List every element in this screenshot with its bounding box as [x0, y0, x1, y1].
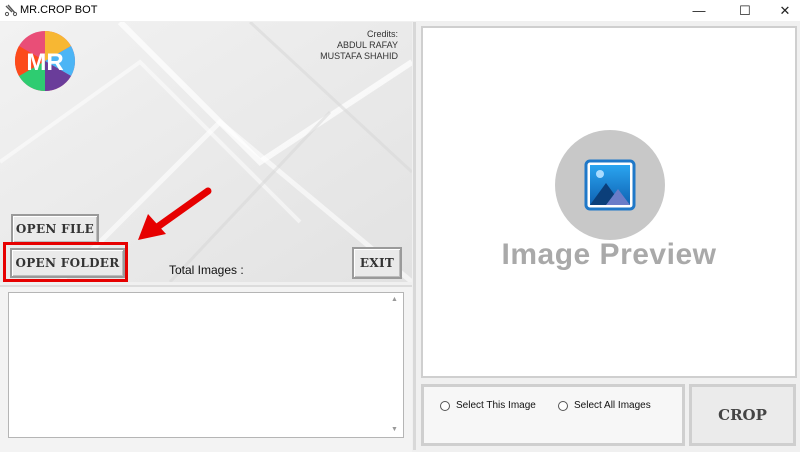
image-icon	[584, 159, 636, 211]
scroll-down-icon[interactable]: ▼	[391, 426, 398, 433]
minimize-button[interactable]: —	[684, 0, 714, 21]
preview-placeholder-text: Image Preview	[501, 238, 717, 271]
image-list[interactable]	[8, 292, 404, 438]
select-this-image-label: Select This Image	[456, 400, 536, 411]
select-all-images-label: Select All Images	[574, 400, 651, 411]
selection-options	[421, 384, 685, 446]
close-button[interactable]: ✕	[770, 0, 800, 21]
credits: Credits: ABDUL RAFAY MUSTAFA SHAHID	[318, 29, 398, 62]
select-all-images-radio[interactable]: Select All Images	[558, 400, 651, 411]
credits-heading: Credits:	[366, 29, 398, 39]
panel-divider	[413, 22, 416, 450]
scroll-up-icon[interactable]: ▲	[391, 296, 398, 303]
red-arrow	[138, 187, 212, 240]
title-bar: MR.CROP BOT — ☐ ✕	[0, 0, 800, 21]
total-images-label: Total Images :	[169, 263, 244, 277]
credits-name-2: MUSTAFA SHAHID	[320, 51, 398, 61]
exit-button[interactable]: EXIT	[352, 247, 402, 279]
open-file-button[interactable]: OPEN FILE	[11, 214, 99, 244]
crop-button[interactable]: CROP	[689, 384, 796, 446]
logo-text: MR	[26, 49, 63, 76]
maximize-button[interactable]: ☐	[730, 0, 760, 21]
window-title: MR.CROP BOT	[20, 4, 98, 16]
open-folder-highlight	[3, 242, 128, 282]
radio-circle-icon[interactable]	[558, 400, 568, 411]
radio-circle-icon[interactable]	[440, 400, 450, 411]
app-logo: MR	[14, 30, 76, 92]
credits-name-1: ABDUL RAFAY	[336, 40, 398, 50]
app-icon	[4, 4, 18, 17]
select-this-image-radio[interactable]: Select This Image	[440, 400, 536, 411]
